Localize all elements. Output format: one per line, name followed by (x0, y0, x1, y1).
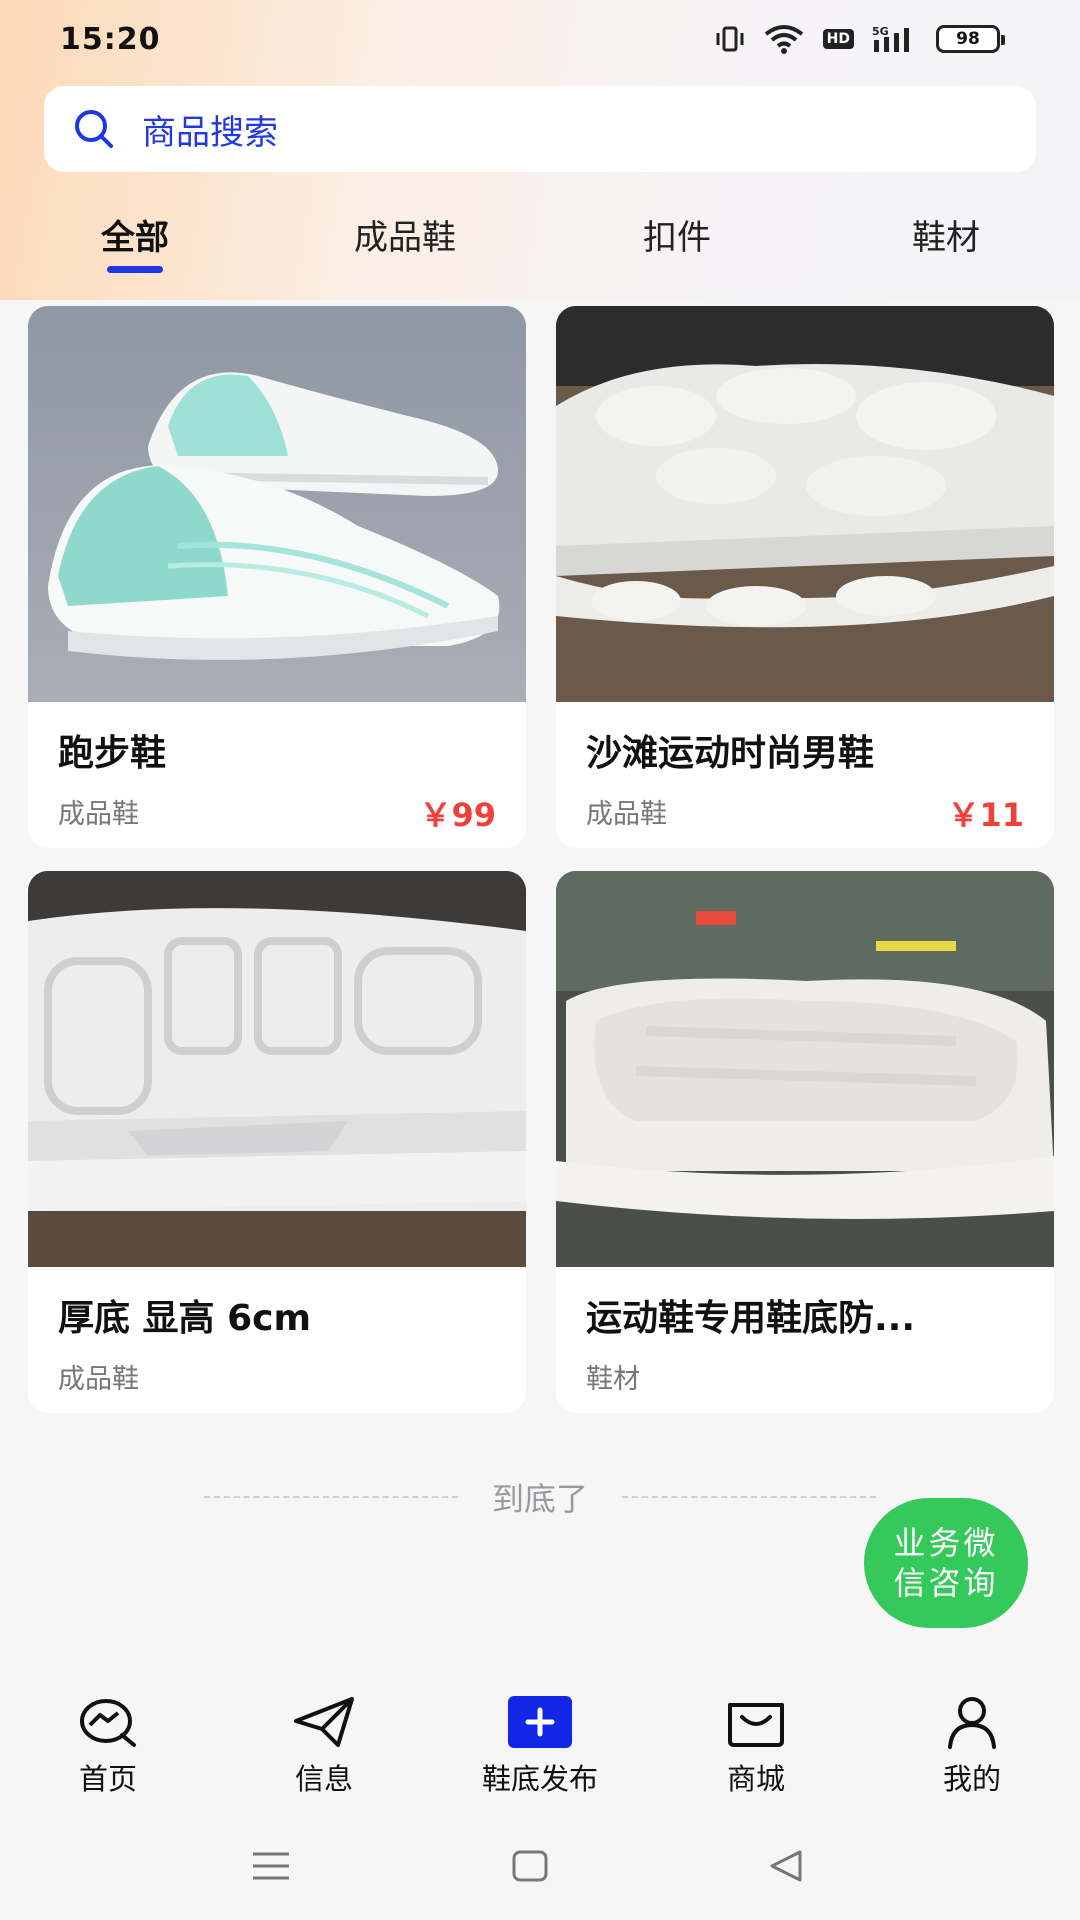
product-title: 跑步鞋 (58, 733, 167, 774)
nav-label: 首页 (78, 1762, 137, 1796)
svg-text:5G: 5G (872, 25, 889, 38)
wifi-icon (764, 25, 803, 54)
product-image (28, 871, 526, 1267)
tab-shoe-materials[interactable]: 鞋材 (912, 210, 980, 259)
back-icon[interactable] (766, 1846, 806, 1886)
shopping-bag-icon (728, 1703, 784, 1747)
product-category: 成品鞋 (586, 799, 667, 830)
divider (622, 1496, 876, 1498)
home-icon (80, 1699, 136, 1747)
product-title: 沙滩运动时尚男鞋 (586, 733, 875, 774)
nav-label: 信息 (294, 1762, 353, 1796)
product-price: ￥11 (947, 796, 1024, 834)
product-category: 成品鞋 (58, 799, 139, 830)
send-icon (294, 1697, 354, 1747)
nav-mall[interactable]: 商城 (676, 1694, 836, 1798)
search-placeholder: 商品搜索 (142, 112, 278, 153)
bottom-nav: 首页 信息 鞋底发布 商城 我的 (0, 1668, 1080, 1808)
wechat-consult-button[interactable]: 业务微信咨询 (864, 1498, 1028, 1628)
end-text: 到底了 (491, 1480, 588, 1518)
signal-icon: 5G (872, 25, 909, 52)
search-bar[interactable]: 商品搜索 (44, 86, 1036, 172)
nav-label: 商城 (726, 1762, 785, 1796)
tab-finished-shoes[interactable]: 成品鞋 (354, 210, 456, 259)
product-card[interactable]: 沙滩运动时尚男鞋 成品鞋 ￥11 (556, 306, 1054, 848)
status-bar: 15:20 HD 5G 98 (0, 0, 1080, 78)
nav-profile[interactable]: 我的 (892, 1694, 1052, 1798)
system-nav-bar (0, 1830, 1080, 1904)
battery-indicator: 98 (936, 25, 1005, 53)
tab-indicator (107, 266, 163, 273)
nav-label: 鞋底发布 (481, 1762, 598, 1796)
search-icon (75, 110, 113, 148)
product-image (556, 871, 1054, 1267)
tab-all[interactable]: 全部 (101, 210, 169, 259)
nav-publish[interactable]: 鞋底发布 (460, 1694, 620, 1798)
hd-badge: HD (822, 29, 854, 49)
nav-messages[interactable]: 信息 (244, 1694, 404, 1798)
category-tabs: 全部 成品鞋 扣件 鞋材 (0, 200, 1080, 280)
product-card[interactable]: 运动鞋专用鞋底防... 鞋材 (556, 871, 1054, 1413)
product-image (28, 306, 526, 702)
publish-plus-icon (508, 1696, 572, 1748)
home-button-icon[interactable] (510, 1846, 550, 1886)
status-time: 15:20 (60, 21, 161, 57)
product-title: 运动鞋专用鞋底防... (586, 1298, 916, 1339)
menu-icon[interactable] (250, 1846, 292, 1886)
vibrate-icon (716, 26, 744, 52)
product-category: 鞋材 (586, 1364, 640, 1395)
nav-home[interactable]: 首页 (28, 1694, 188, 1798)
product-title: 厚底 显高 6cm (58, 1298, 311, 1339)
product-card[interactable]: 厚底 显高 6cm 成品鞋 (28, 871, 526, 1413)
product-image (556, 306, 1054, 702)
tab-fasteners[interactable]: 扣件 (643, 210, 711, 259)
user-icon (948, 1697, 996, 1749)
status-icons: HD 5G 98 (715, 24, 1005, 54)
nav-label: 我的 (942, 1762, 1001, 1796)
divider (203, 1496, 458, 1498)
product-price: ￥99 (419, 796, 496, 834)
product-category: 成品鞋 (58, 1364, 139, 1395)
product-card[interactable]: 跑步鞋 成品鞋 ￥99 (28, 306, 526, 848)
